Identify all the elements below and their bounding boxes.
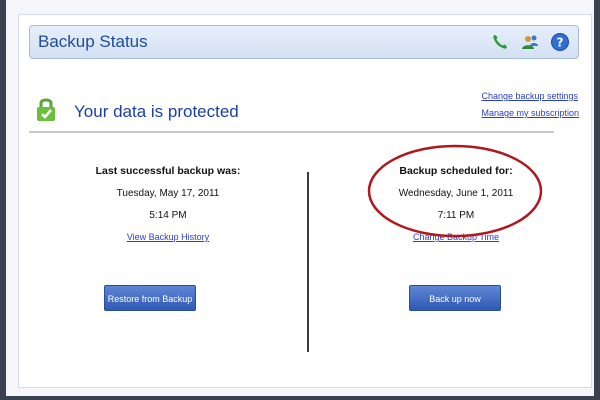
manage-subscription-link[interactable]: Manage my subscription — [481, 108, 579, 118]
settings-links: Change backup settings Manage my subscri… — [481, 88, 579, 122]
scheduled-backup-date: Wednesday, June 1, 2011 — [398, 188, 514, 199]
status-text: Your data is protected — [74, 102, 239, 121]
scheduled-backup-heading: Backup scheduled for: — [399, 165, 513, 177]
column-divider — [307, 172, 309, 352]
last-backup-date: Tuesday, May 17, 2011 — [116, 188, 220, 199]
view-backup-history-link[interactable]: View Backup History — [127, 232, 209, 242]
page-title: Backup Status — [38, 32, 148, 51]
back-up-now-button[interactable]: Back up now — [409, 285, 501, 311]
change-backup-time-link[interactable]: Change Backup Time — [413, 232, 499, 242]
phone-icon[interactable] — [490, 32, 510, 52]
last-backup-section: Last successful backup was: Tuesday, May… — [63, 165, 273, 243]
header-icons: ? — [490, 32, 570, 52]
section-divider — [29, 131, 554, 133]
users-icon[interactable] — [520, 32, 540, 52]
lock-icon — [37, 98, 55, 121]
svg-text:?: ? — [557, 36, 564, 50]
change-backup-settings-link[interactable]: Change backup settings — [481, 91, 578, 101]
restore-from-backup-button[interactable]: Restore from Backup — [104, 285, 196, 311]
backup-status-panel: Backup Status ? Your data is protected C… — [18, 14, 592, 388]
scheduled-backup-section: Backup scheduled for: Wednesday, June 1,… — [351, 165, 561, 243]
last-backup-time: 5:14 PM — [149, 210, 187, 221]
help-icon[interactable]: ? — [550, 32, 570, 52]
header-bar: Backup Status ? — [29, 25, 579, 59]
last-backup-heading: Last successful backup was: — [95, 165, 241, 177]
screen: Backup Status ? Your data is protected C… — [0, 0, 600, 400]
scheduled-backup-time: 7:11 PM — [437, 210, 475, 221]
